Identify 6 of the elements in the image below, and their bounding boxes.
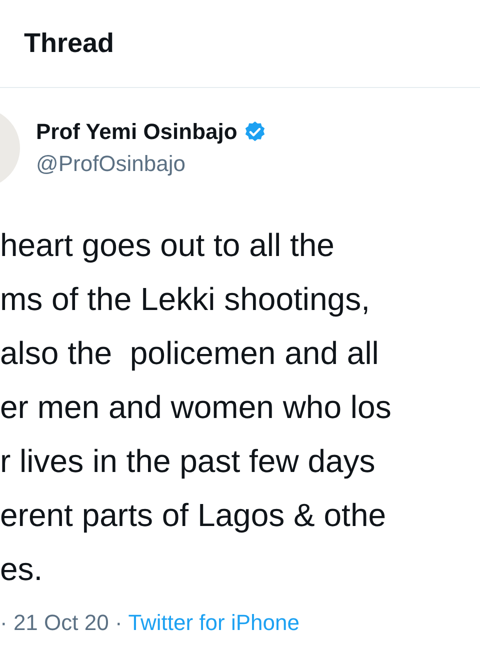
header-title: Thread <box>24 28 114 59</box>
author-handle[interactable]: @ProfOsinbajo <box>36 151 268 177</box>
tweet-date: · 21 Oct 20 · <box>0 610 122 636</box>
tweet-text: heart goes out to all the ms of the Lekki shootings, also the policemen and all er men and women who los r lives in the past few days erent parts of Lagos & othe es. <box>0 226 392 589</box>
author-name[interactable]: Prof Yemi Osinbajo <box>36 119 238 145</box>
source-link[interactable]: Twitter for iPhone <box>128 610 300 636</box>
